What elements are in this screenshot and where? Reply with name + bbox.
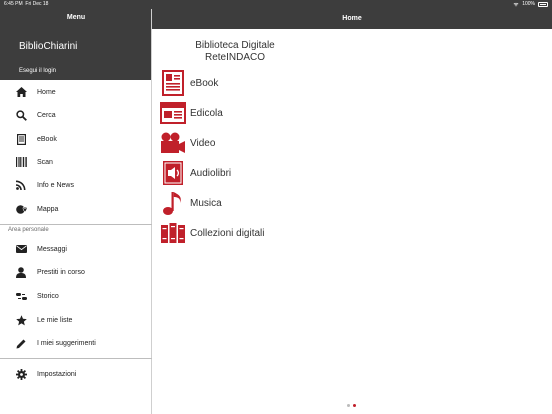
ebook-icon — [160, 70, 186, 96]
app-name: BiblioChiarini — [19, 41, 78, 52]
sidebar-item-label: Cerca — [37, 111, 56, 119]
video-camera-icon — [160, 130, 186, 156]
sidebar-item-label: Le mie liste — [37, 316, 73, 324]
category-label: Video — [190, 137, 216, 149]
barcode-icon — [15, 156, 27, 168]
sidebar-item-prestiti[interactable]: Prestiti in corso — [0, 261, 152, 283]
library-title: Biblioteca Digitale ReteINDACO — [152, 40, 318, 64]
envelope-icon — [15, 243, 27, 255]
category-ebook[interactable]: eBook — [160, 70, 218, 96]
status-bar: 6:45 PM Fri Dec 18 100% — [0, 0, 552, 9]
category-video[interactable]: Video — [160, 130, 215, 156]
home-icon — [15, 86, 27, 98]
sidebar-item-liste[interactable]: Le mie liste — [0, 309, 152, 331]
category-label: Musica — [190, 197, 222, 209]
sidebar-item-label: Scan — [37, 158, 53, 166]
status-time-date: 6:45 PM Fri Dec 18 — [4, 1, 48, 7]
star-icon — [15, 314, 27, 326]
newspaper-icon — [160, 100, 186, 126]
category-audiolibri[interactable]: Audiolibri — [160, 160, 231, 186]
sidebar-item-label: Messaggi — [37, 245, 67, 253]
battery-icon — [538, 1, 548, 7]
sidebar-item-messaggi[interactable]: Messaggi — [0, 238, 152, 260]
status-time: 6:45 PM — [4, 1, 23, 7]
audiobook-icon — [160, 160, 186, 186]
sidebar-item-label: Home — [37, 88, 56, 96]
menu-title: Menu — [66, 14, 86, 21]
sidebar-header: Menu BiblioChiarini Esegui il login — [0, 9, 151, 80]
category-edicola[interactable]: Edicola — [160, 100, 223, 126]
page-indicator[interactable] — [347, 404, 356, 407]
battery-percent: 100% — [522, 1, 535, 7]
sidebar-item-scan[interactable]: Scan — [0, 151, 152, 173]
sidebar-item-label: eBook — [37, 135, 57, 143]
status-date: Fri Dec 18 — [25, 1, 49, 7]
sidebar-item-storico[interactable]: Storico — [0, 285, 152, 307]
sidebar-item-suggerimenti[interactable]: I miei suggerimenti — [0, 332, 152, 354]
library-title-line2: ReteINDACO — [204, 52, 265, 63]
sidebar-item-label: I miei suggerimenti — [37, 339, 96, 347]
section-label-personal-area: Area personale — [8, 227, 49, 233]
sidebar-item-label: Storico — [37, 292, 59, 300]
search-icon — [15, 109, 27, 121]
sidebar-item-label: Mappa — [37, 205, 59, 213]
page-dot-1[interactable] — [347, 404, 350, 407]
sidebar-item-cerca[interactable]: Cerca — [0, 104, 152, 126]
category-collezioni-digitali[interactable]: Collezioni digitali — [160, 220, 264, 246]
sidebar-item-label: Impostazioni — [37, 370, 77, 378]
user-icon — [15, 266, 27, 278]
sidebar-item-info-news[interactable]: Info e News — [0, 174, 152, 196]
sidebar-item-mappa[interactable]: Mappa — [0, 198, 152, 220]
login-link[interactable]: Esegui il login — [19, 68, 56, 74]
map-icon — [15, 203, 27, 215]
category-label: eBook — [190, 77, 219, 89]
sidebar-item-label: Info e News — [37, 181, 74, 189]
sidebar-divider — [0, 358, 152, 359]
library-title-line1: Biblioteca Digitale — [195, 40, 275, 51]
sidebar-item-home[interactable]: Home — [0, 81, 152, 103]
ebook-icon — [15, 133, 27, 145]
sidebar-item-ebook[interactable]: eBook — [0, 128, 152, 150]
gear-icon — [15, 368, 27, 380]
page-title: Home — [342, 15, 362, 22]
sidebar-divider — [0, 224, 152, 225]
rss-icon — [15, 179, 27, 191]
top-bar: Home — [152, 9, 552, 29]
history-icon — [15, 290, 27, 302]
category-label: Edicola — [190, 107, 223, 119]
sidebar-item-impostazioni[interactable]: Impostazioni — [0, 363, 152, 385]
sidebar-item-label: Prestiti in corso — [37, 268, 85, 276]
pencil-icon — [15, 337, 27, 349]
collections-icon — [160, 220, 186, 246]
category-musica[interactable]: Musica — [160, 190, 222, 216]
category-label: Collezioni digitali — [190, 227, 265, 239]
status-indicators: 100% — [513, 1, 548, 7]
category-label: Audiolibri — [190, 167, 232, 179]
page-dot-2-active[interactable] — [353, 404, 356, 407]
wifi-icon — [513, 2, 519, 6]
music-note-icon — [160, 190, 186, 216]
